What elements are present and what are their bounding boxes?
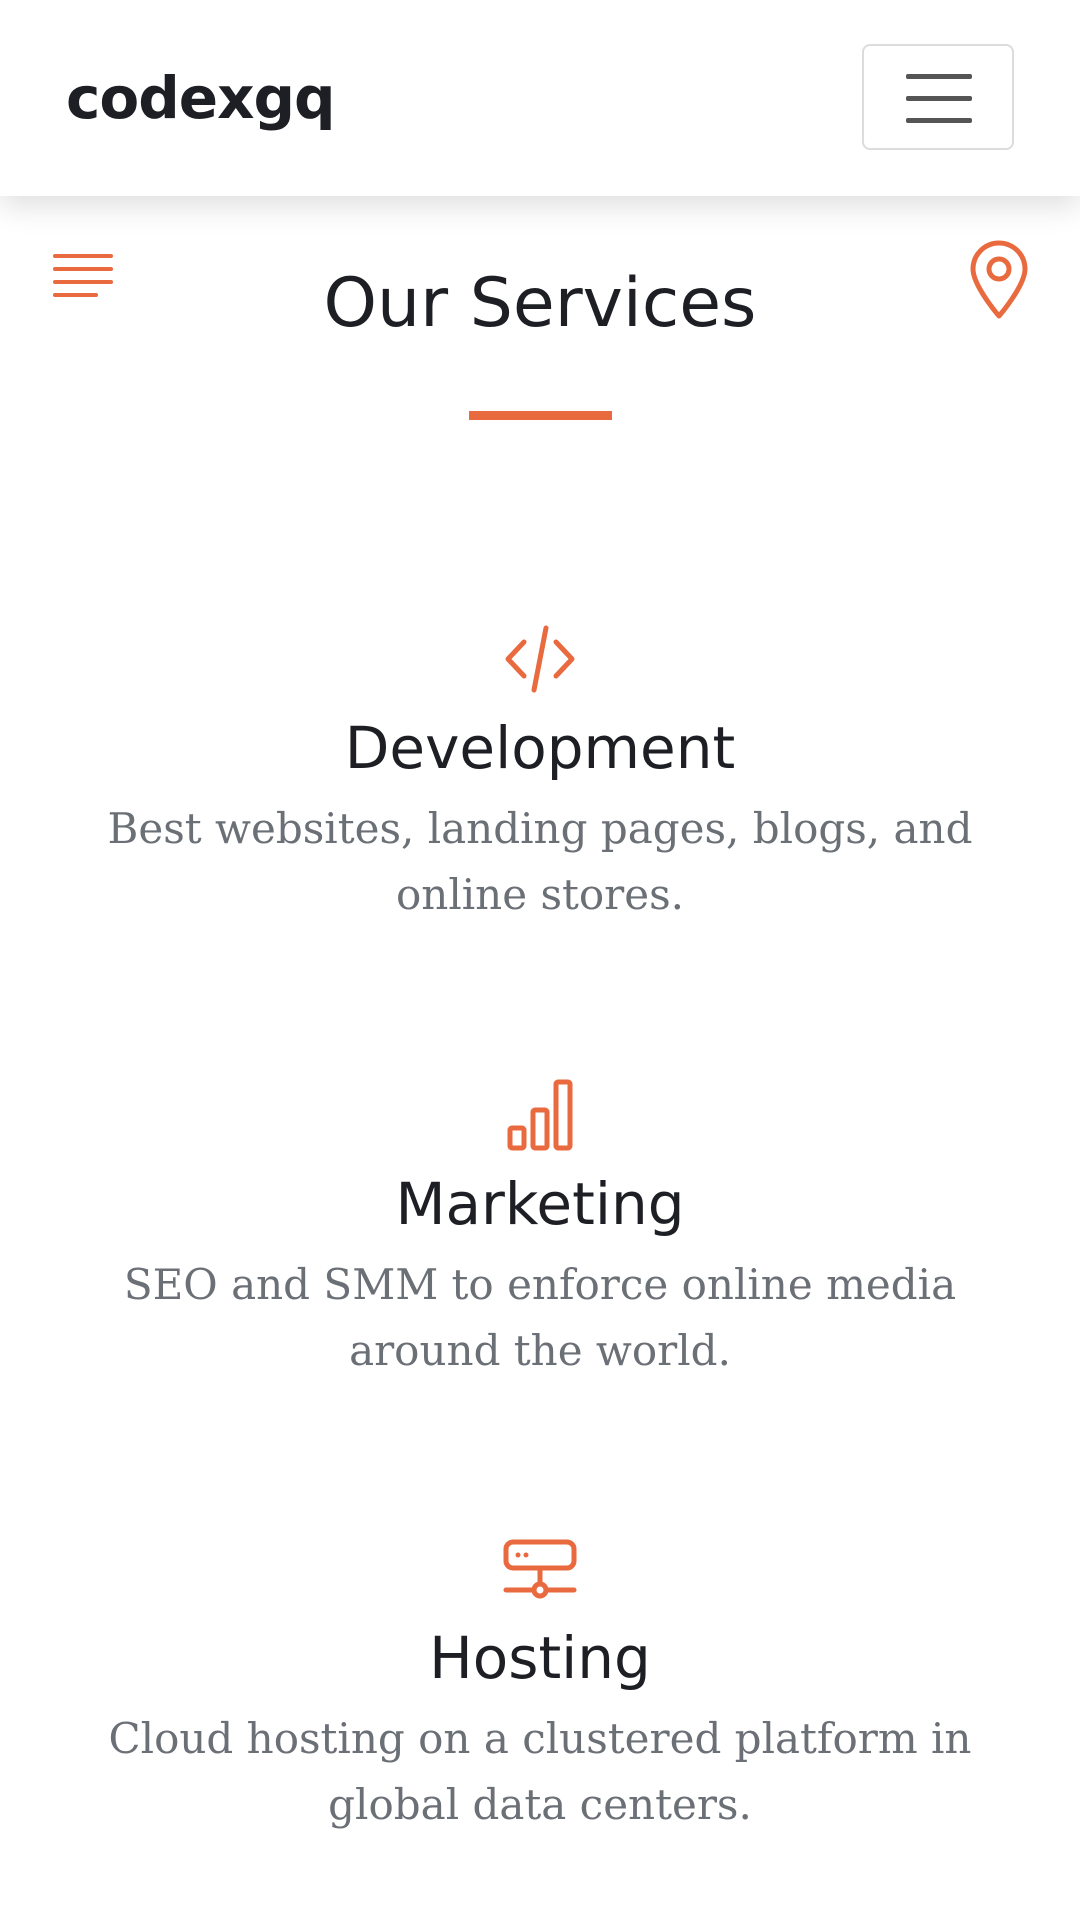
hamburger-icon-line bbox=[906, 118, 972, 123]
page-title: Our Services bbox=[323, 264, 757, 343]
menu-toggle-button[interactable] bbox=[862, 44, 1014, 150]
server-icon bbox=[503, 1539, 577, 1599]
service-name: Marketing bbox=[395, 1170, 685, 1238]
service-description: SEO and SMM to enforce online media arou… bbox=[123, 1260, 957, 1375]
hamburger-icon bbox=[906, 74, 972, 79]
title-underline bbox=[469, 411, 612, 420]
bar-chart-icon bbox=[507, 1079, 573, 1151]
hamburger-icon-line bbox=[906, 96, 972, 101]
service-name: Hosting bbox=[429, 1624, 651, 1692]
navbar: codexgq bbox=[0, 0, 1080, 196]
service-description: Best websites, landing pages, blogs, and… bbox=[107, 804, 973, 919]
service-description: Cloud hosting on a clustered platform in… bbox=[108, 1714, 972, 1829]
code-icon bbox=[505, 625, 575, 693]
service-name: Development bbox=[344, 714, 736, 782]
brand-logo[interactable]: codexgq bbox=[66, 62, 336, 134]
